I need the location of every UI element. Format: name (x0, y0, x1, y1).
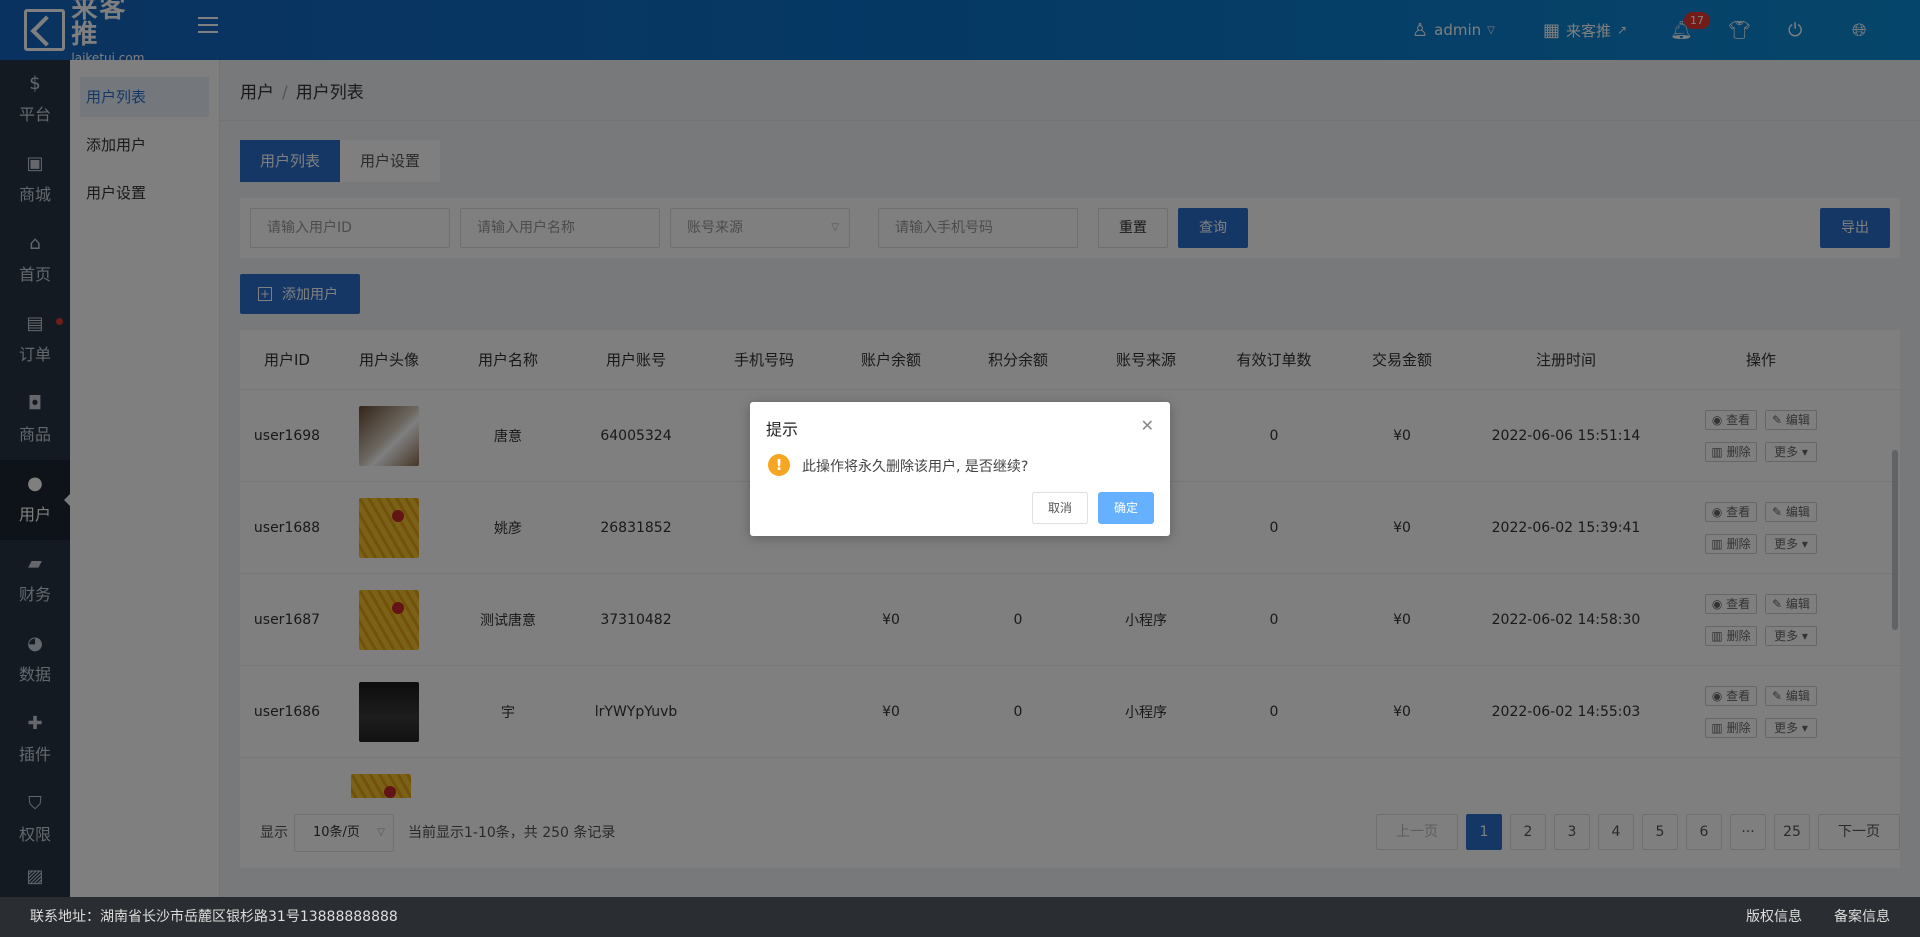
record-link[interactable]: 备案信息 (1834, 897, 1890, 937)
dialog-title: 提示 (766, 420, 799, 439)
cancel-button[interactable]: 取消 (1032, 492, 1088, 524)
confirm-dialog: 提示 ✕ ! 此操作将永久删除该用户, 是否继续? 取消 确定 (750, 402, 1170, 536)
close-icon[interactable]: ✕ (1141, 416, 1154, 435)
copyright-link[interactable]: 版权信息 (1746, 897, 1802, 937)
warning-icon: ! (768, 454, 790, 476)
footer: 联系地址：湖南省长沙市岳麓区银杉路31号13888888888 版权信息 备案信… (0, 897, 1920, 937)
dialog-message: 此操作将永久删除该用户, 是否继续? (802, 459, 1029, 475)
confirm-button[interactable]: 确定 (1098, 492, 1154, 524)
footer-address: 联系地址：湖南省长沙市岳麓区银杉路31号13888888888 (30, 909, 398, 925)
